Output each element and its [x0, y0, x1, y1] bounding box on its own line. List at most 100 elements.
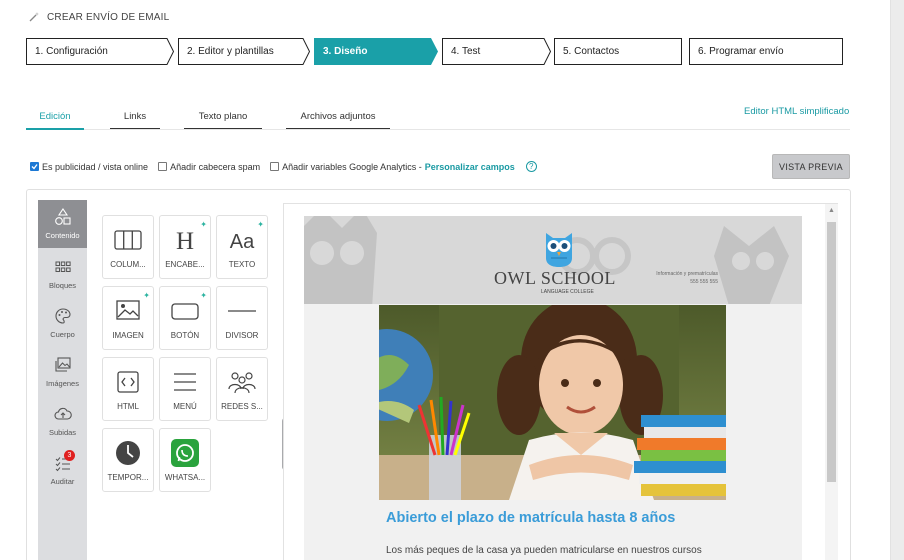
email-body-text: Los más peques de la casa ya pueden matr… [386, 545, 702, 556]
block-label: REDES S... [221, 402, 263, 411]
checkbox-checked-icon[interactable] [30, 162, 39, 171]
step-test[interactable]: 4. Test [442, 38, 552, 65]
step-label: 5. Contactos [563, 46, 620, 57]
divider-icon [228, 310, 256, 312]
sidebar-label: Cuerpo [50, 330, 75, 339]
checkbox-icon[interactable] [158, 162, 168, 171]
step-contactos[interactable]: 5. Contactos [554, 38, 682, 65]
step-configuracion[interactable]: 1. Configuración [26, 38, 175, 65]
canvas-scrollbar[interactable]: ▲ [825, 204, 838, 560]
brand-name: OWL SCHOOL [494, 268, 616, 288]
new-sparkle-icon: ✦ [257, 220, 264, 229]
checkbox-icon[interactable] [270, 162, 280, 171]
step-diseno[interactable]: 3. Diseño [314, 38, 438, 65]
block-label: MENÚ [173, 402, 197, 411]
girl-photo [379, 305, 726, 500]
tab-edicion[interactable]: Edición [26, 111, 84, 130]
option-label: Añadir cabecera spam [170, 161, 261, 172]
heading-icon: H [176, 228, 194, 254]
button-icon [171, 303, 199, 320]
new-sparkle-icon: ✦ [200, 291, 207, 300]
step-programar[interactable]: 6. Programar envío [689, 38, 843, 65]
sidebar-label: Bloques [48, 281, 77, 290]
owl-watermark-icon [304, 216, 377, 304]
block-label: COLUM... [110, 260, 146, 269]
block-label: TEXTO [228, 260, 256, 269]
option-label: Es publicidad / vista online [42, 161, 149, 172]
option-google-analytics[interactable]: Añadir variables Google Analytics - Pers… [270, 161, 537, 172]
scroll-up-arrow-icon[interactable]: ▲ [828, 207, 835, 214]
tab-links[interactable]: Links [110, 111, 160, 129]
design-editor: Contenido Bloques Cuerpo Imágenes Subida… [26, 189, 851, 560]
sidebar-item-contenido[interactable]: Contenido [38, 200, 87, 248]
page-title-text: CREAR ENVÍO DE EMAIL [47, 11, 170, 23]
block-divisor[interactable]: DIVISOR [216, 286, 268, 350]
menu-icon [174, 373, 196, 391]
block-label: BOTÓN [170, 331, 200, 340]
block-texto[interactable]: ✦ Aa TEXTO [216, 215, 268, 279]
html-icon [117, 371, 139, 393]
block-html[interactable]: HTML [102, 357, 154, 421]
hero-image [379, 305, 726, 500]
email-canvas: OWL SCHOOL LANGUAGE COLLEGE Información … [283, 203, 838, 560]
window-scrollbar[interactable] [890, 0, 904, 560]
simplified-html-editor-link[interactable]: Editor HTML simplificado [744, 106, 849, 117]
audit-count-badge: 3 [64, 450, 75, 461]
block-temporizador[interactable]: TEMPOR... [102, 428, 154, 492]
columns-icon [114, 230, 142, 250]
sidebar-item-subidas[interactable]: Subidas [38, 397, 87, 445]
option-cabecera-spam[interactable]: Añadir cabecera spam [158, 162, 260, 172]
block-label: HTML [117, 402, 139, 411]
owl-logo-icon [546, 233, 572, 267]
sidebar-label: Contenido [45, 231, 80, 240]
help-icon[interactable]: ? [525, 161, 537, 172]
block-redes-sociales[interactable]: REDES S... [216, 357, 268, 421]
personalizar-campos-link[interactable]: Personalizar campos [425, 162, 515, 172]
tab-archivos-adjuntos[interactable]: Archivos adjuntos [286, 111, 390, 129]
step-label: 6. Programar envío [698, 46, 784, 57]
block-whatsapp[interactable]: WHATSA... [159, 428, 211, 492]
header-info: Información y prematrículas 555 555 555 [648, 271, 718, 286]
sidebar-item-bloques[interactable]: Bloques [38, 250, 87, 298]
step-editor[interactable]: 2. Editor y plantillas [178, 38, 311, 65]
preview-button[interactable]: VISTA PREVIA [772, 154, 850, 179]
option-label: Añadir variables Google Analytics - [282, 161, 422, 172]
sidebar-item-imagenes[interactable]: Imágenes [38, 348, 87, 396]
email-options: Es publicidad / vista online Añadir cabe… [30, 161, 547, 172]
step-label: 1. Configuración [35, 46, 108, 57]
option-publicidad[interactable]: Es publicidad / vista online [30, 162, 148, 172]
social-icon [228, 372, 256, 394]
step-label: 3. Diseño [323, 46, 368, 57]
owl-watermark-icon [714, 226, 789, 304]
block-label: DIVISOR [225, 331, 259, 340]
editor-sidebar: Contenido Bloques Cuerpo Imágenes Subida… [38, 200, 87, 560]
tab-texto-plano[interactable]: Texto plano [184, 111, 262, 129]
step-label: 2. Editor y plantillas [187, 46, 274, 57]
sidebar-label: Imágenes [46, 379, 79, 388]
block-columnas[interactable]: COLUM... [102, 215, 154, 279]
grid-icon [55, 261, 71, 272]
clock-icon [116, 441, 140, 465]
sidebar-item-cuerpo[interactable]: Cuerpo [38, 299, 87, 347]
page-title: CREAR ENVÍO DE EMAIL [28, 11, 169, 23]
block-label: ENCABE... [165, 260, 205, 269]
text-icon: Aa [230, 231, 255, 253]
block-imagen[interactable]: ✦ IMAGEN [102, 286, 154, 350]
cloud-upload-icon [53, 407, 72, 420]
brand-tagline: LANGUAGE COLLEGE [541, 289, 594, 295]
block-menu[interactable]: MENÚ [159, 357, 211, 421]
editor-tabs: Edición Links Texto plano Archivos adjun… [26, 104, 850, 130]
whatsapp-icon [171, 439, 199, 467]
new-sparkle-icon: ✦ [143, 291, 150, 300]
email-header: OWL SCHOOL LANGUAGE COLLEGE Información … [304, 216, 802, 304]
sidebar-item-auditar[interactable]: 3 Auditar [38, 446, 87, 494]
block-encabezado[interactable]: ✦ H ENCABE... [159, 215, 211, 279]
step-label: 4. Test [451, 46, 481, 57]
shapes-icon [54, 208, 71, 225]
email-headline: Abierto el plazo de matrícula hasta 8 añ… [386, 510, 676, 526]
sidebar-label: Subidas [48, 428, 77, 437]
block-label: IMAGEN [112, 331, 144, 340]
scrollbar-thumb[interactable] [827, 222, 836, 482]
block-boton[interactable]: ✦ BOTÓN [159, 286, 211, 350]
palette-icon [54, 308, 71, 324]
